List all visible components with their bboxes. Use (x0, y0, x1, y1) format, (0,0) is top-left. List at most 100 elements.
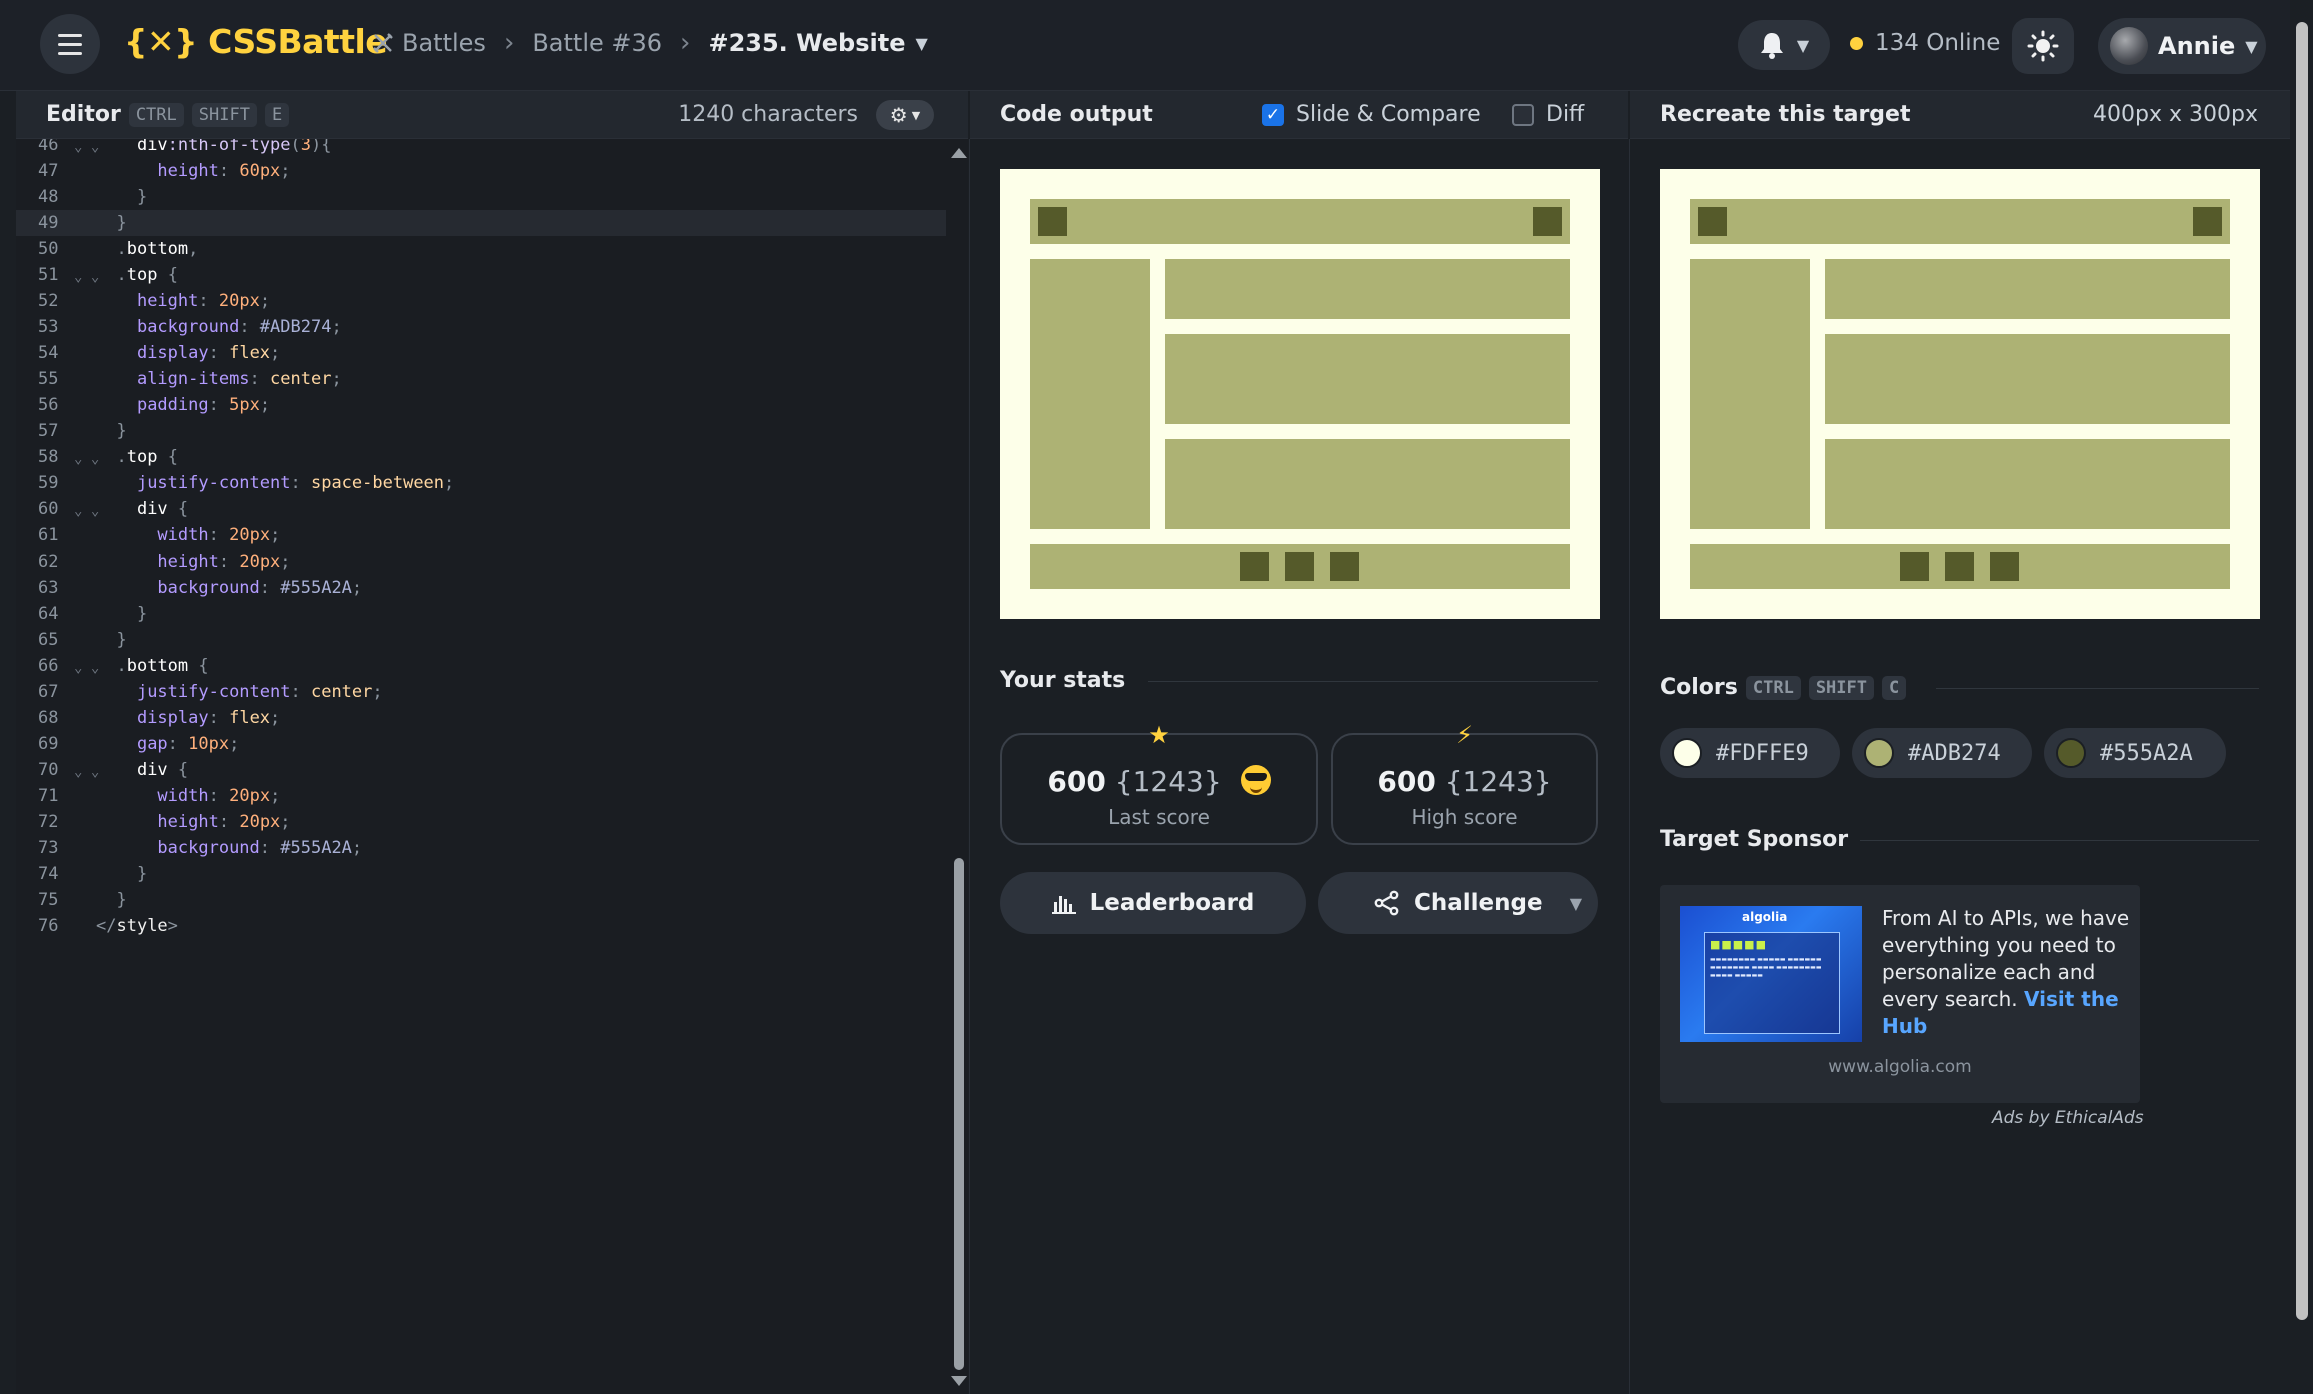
code-line[interactable]: 66 ⌄ ⌄ .bottom { (16, 653, 946, 679)
scroll-down-icon[interactable] (951, 1376, 967, 1386)
cssbattle-logo[interactable]: {✕} CSSBattle (124, 22, 388, 61)
code-line[interactable]: 65 } (16, 627, 946, 653)
gear-icon: ⚙ (889, 103, 908, 127)
color-chip[interactable]: #ADB274 (1852, 728, 2032, 778)
code-text: } (116, 213, 127, 234)
code-line[interactable]: 62 height: 20px; (16, 549, 946, 575)
line-number: 48 (38, 187, 59, 208)
code-text: gap: 10px; (136, 733, 240, 754)
editor-scroll-thumb[interactable] (954, 858, 964, 1370)
sponsor-ad[interactable]: algolia ■■■■■ ▬▬▬▬▬▬▬▬ ▬▬▬▬▬ ▬▬▬▬▬▬ ▬▬▬▬… (1660, 885, 2140, 1103)
code-line[interactable]: 57 } (16, 418, 946, 444)
code-line[interactable]: 59 justify-content: space-between; (16, 470, 946, 496)
code-text: justify-content: center; (136, 681, 383, 702)
code-output-preview[interactable] (1000, 169, 1600, 619)
line-number: 68 (38, 707, 59, 728)
page-scrollbar[interactable] (2292, 0, 2313, 1394)
star-icon: ★ (1148, 721, 1170, 749)
breadcrumb-battle[interactable]: Battle #36 (532, 29, 662, 57)
slide-compare-checkbox[interactable]: ✓ (1262, 103, 1284, 126)
color-hex: #FDFFE9 (1716, 740, 1809, 766)
code-line[interactable]: 61 width: 20px; (16, 522, 946, 548)
code-text: .bottom { (116, 655, 209, 676)
slide-compare-option[interactable]: ✓ Slide & Compare (1262, 102, 1481, 127)
ad-url[interactable]: www.algolia.com (1660, 1057, 2140, 1077)
color-swatch (1672, 738, 1702, 768)
editor-settings-button[interactable]: ⚙ ▼ (876, 100, 934, 130)
code-line[interactable]: 73 background: #555A2A; (16, 835, 946, 861)
code-line[interactable]: 56 padding: 5px; (16, 392, 946, 418)
breadcrumb-target[interactable]: #235. Website (708, 29, 905, 57)
colors-title: Colors (1660, 675, 1738, 700)
code-text: background: #ADB274; (136, 317, 342, 338)
chevron-right-icon: › (680, 28, 691, 58)
code-line[interactable]: 63 background: #555A2A; (16, 575, 946, 601)
code-line[interactable]: 71 width: 20px; (16, 783, 946, 809)
online-text: 134 Online (1875, 30, 2001, 56)
theme-toggle-button[interactable] (2012, 18, 2074, 74)
chevron-down-icon[interactable]: ▼ (915, 34, 927, 53)
user-name: Annie (2158, 32, 2236, 60)
code-line[interactable]: 48 } (16, 184, 946, 210)
code-line[interactable]: 51 ⌄ ⌄ .top { (16, 262, 946, 288)
color-chip[interactable]: #FDFFE9 (1660, 728, 1840, 778)
breadcrumb-battles[interactable]: Battles (402, 29, 486, 57)
code-line[interactable]: 64 } (16, 601, 946, 627)
scroll-up-icon[interactable] (951, 148, 967, 158)
divider (1148, 681, 1598, 682)
code-line[interactable]: 55 align-items: center; (16, 366, 946, 392)
code-editor[interactable]: 45 div:nth-of-type(2),46⌄ ⌄ div:nth-of-t… (16, 139, 952, 1394)
notifications-button[interactable]: ▼ (1738, 20, 1830, 70)
code-text: .top { (116, 447, 178, 468)
code-line[interactable]: 58 ⌄ ⌄ .top { (16, 444, 946, 470)
code-line[interactable]: 68 display: flex; (16, 705, 946, 731)
code-text: .top { (116, 265, 178, 286)
code-text: } (116, 421, 127, 442)
code-line[interactable]: 70 ⌄ ⌄ div { (16, 757, 946, 783)
menu-button[interactable] (40, 14, 100, 74)
code-line[interactable]: 75 } (16, 887, 946, 913)
user-menu-button[interactable]: Annie ▼ (2098, 18, 2266, 74)
chevron-down-icon[interactable]: ▼ (1570, 894, 1582, 913)
color-chip[interactable]: #555A2A (2044, 728, 2226, 778)
ads-by-ethicalads[interactable]: Ads by EthicalAds (1992, 1108, 2144, 1128)
code-line[interactable]: 47 height: 60px; (16, 158, 946, 184)
code-text: background: #555A2A; (157, 837, 363, 858)
code-line[interactable]: 74 } (16, 861, 946, 887)
colors-header: Colors CTRL SHIFT C (1660, 675, 1907, 700)
share-icon (1374, 890, 1399, 916)
code-text: } (136, 863, 148, 884)
code-line[interactable]: 60 ⌄ ⌄ div { (16, 496, 946, 522)
challenge-button[interactable]: Challenge ▼ (1318, 872, 1598, 934)
divider (969, 139, 970, 1394)
code-line[interactable]: 53 background: #ADB274; (16, 314, 946, 340)
code-line[interactable]: 72 height: 20px; (16, 809, 946, 835)
code-line[interactable]: 49 } (16, 210, 946, 237)
code-line[interactable]: 54 display: flex; (16, 340, 946, 366)
leaderboard-button[interactable]: Leaderboard (1000, 872, 1306, 934)
diff-option[interactable]: Diff (1512, 102, 1584, 127)
diff-checkbox[interactable] (1512, 103, 1534, 126)
stats-title: Your stats (1000, 668, 1126, 693)
code-text: display: flex; (136, 343, 281, 364)
color-swatch (1864, 738, 1894, 768)
target-preview (1660, 169, 2260, 619)
code-line[interactable]: 52 height: 20px; (16, 288, 946, 314)
last-score-label: Last score (1108, 805, 1210, 829)
code-line[interactable]: 69 gap: 10px; (16, 731, 946, 757)
code-line[interactable]: 50 .bottom, (16, 236, 946, 262)
online-count: 134 Online (1850, 30, 2000, 56)
code-line[interactable]: 76 </style> (16, 913, 946, 939)
code-text: } (136, 187, 148, 208)
ad-image[interactable]: algolia ■■■■■ ▬▬▬▬▬▬▬▬ ▬▬▬▬▬ ▬▬▬▬▬▬ ▬▬▬▬… (1680, 906, 1862, 1042)
chevron-down-icon: ▼ (911, 108, 921, 122)
target-dimensions: 400px x 300px (2093, 102, 2258, 127)
code-line[interactable]: 67 justify-content: center; (16, 679, 946, 705)
cool-emoji-icon (1240, 765, 1271, 795)
page-scroll-thumb[interactable] (2296, 22, 2308, 1320)
line-number: 64 (38, 603, 59, 624)
line-number: 54 (38, 343, 59, 364)
line-number: 72 (38, 811, 59, 832)
editor-header: Editor CTRL SHIFT E 1240 characters ⚙ ▼ (16, 91, 968, 139)
code-line[interactable]: 46 ⌄ ⌄ div:nth-of-type(3){ (16, 139, 946, 158)
